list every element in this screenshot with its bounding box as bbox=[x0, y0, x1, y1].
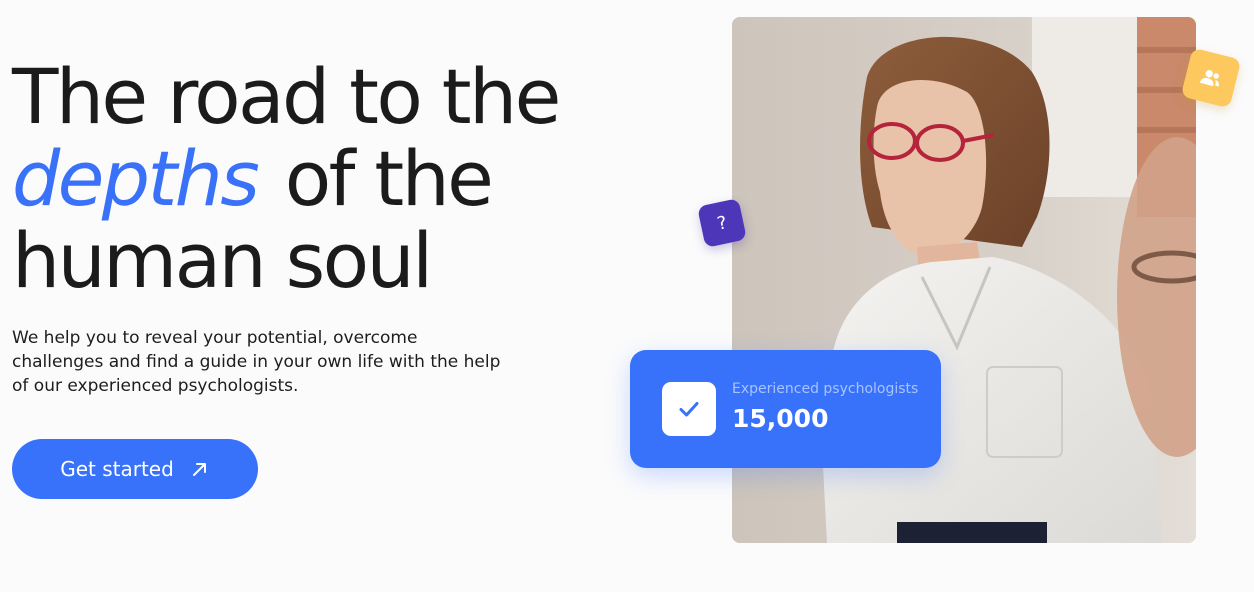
experienced-psychologists-card: Experienced psychologists 15,000 bbox=[630, 350, 941, 468]
headline-line-2: depths of the bbox=[12, 138, 559, 220]
check-icon bbox=[679, 402, 699, 417]
stat-value: 15,000 bbox=[732, 404, 829, 433]
question-badge: ? bbox=[697, 198, 747, 248]
get-started-label: Get started bbox=[60, 457, 174, 481]
stat-label: Experienced psychologists bbox=[732, 381, 919, 397]
headline-line-2-rest: of the bbox=[284, 134, 494, 223]
arrow-up-right-icon bbox=[190, 459, 210, 479]
headline-line-3: human soul bbox=[12, 216, 433, 305]
hero-description: We help you to reveal your potential, ov… bbox=[12, 328, 501, 396]
hero-headline: The road to the depths of the human soul bbox=[12, 52, 561, 305]
check-badge bbox=[662, 382, 716, 436]
headline-accent-word: depths bbox=[12, 134, 260, 223]
users-icon bbox=[1199, 70, 1219, 87]
question-icon: ? bbox=[715, 211, 729, 235]
get-started-button[interactable]: Get started bbox=[12, 439, 258, 499]
headline-line-1: The road to the bbox=[12, 52, 561, 141]
